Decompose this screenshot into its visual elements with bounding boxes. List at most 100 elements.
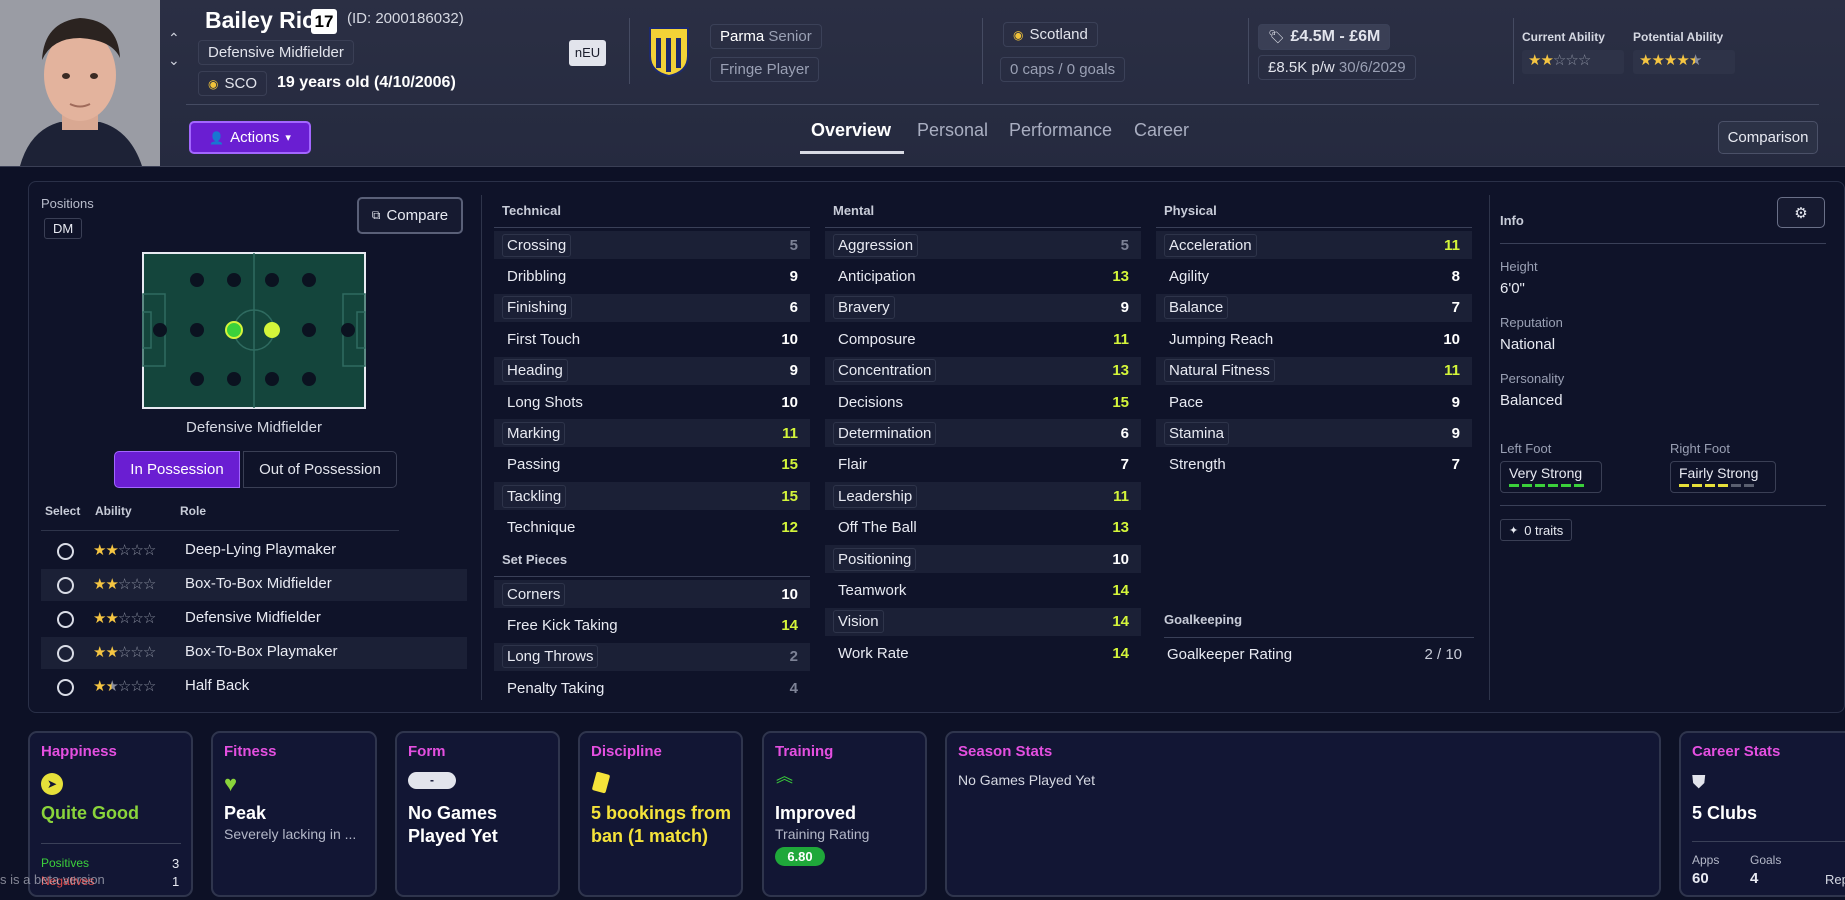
attribute-row[interactable]: Work Rate 14 (825, 639, 1141, 667)
in-possession-tab[interactable]: In Possession (114, 451, 240, 488)
attribute-row[interactable]: Pace 9 (1156, 388, 1472, 416)
attribute-row[interactable]: Positioning 10 (825, 545, 1141, 573)
career-stats-card[interactable]: Career Stats ⛊ 5 Clubs Apps 60 Goals 4 R… (1679, 731, 1845, 897)
compare-button[interactable]: ⧉ Compare (357, 197, 463, 234)
attribute-row[interactable]: Stamina 9 (1156, 419, 1472, 448)
club-crest-icon[interactable] (648, 26, 690, 82)
attribute-row[interactable]: Corners 10 (494, 580, 810, 608)
current-ability-stars: ★★☆☆☆ (1522, 50, 1624, 74)
form-card[interactable]: Form - No Games Played Yet (395, 731, 560, 897)
next-player-icon[interactable]: ⌄ (168, 52, 180, 69)
pitch-position-slot[interactable] (265, 273, 279, 287)
attribute-row[interactable]: Anticipation 13 (825, 262, 1141, 290)
training-card[interactable]: Training ︽ Improved Training Rating 6.80 (762, 731, 927, 897)
role-row[interactable]: ★★☆☆☆ Box-To-Box Playmaker (41, 637, 467, 669)
attribute-row[interactable]: Concentration 13 (825, 356, 1141, 385)
attribute-row[interactable]: Free Kick Taking 14 (494, 611, 810, 639)
role-radio[interactable] (57, 611, 74, 628)
attribute-row[interactable]: First Touch 10 (494, 325, 810, 353)
role-radio[interactable] (57, 577, 74, 594)
attribute-row[interactable]: Penalty Taking 4 (494, 674, 810, 702)
attribute-row[interactable]: Marking 11 (494, 419, 810, 448)
pitch-position-slot[interactable] (341, 323, 355, 337)
attribute-value: 11 (1444, 236, 1460, 254)
column-divider (1489, 195, 1490, 700)
pitch-position-slot[interactable] (153, 323, 167, 337)
attribute-row[interactable]: Long Shots 10 (494, 388, 810, 416)
pitch-position-slot[interactable] (265, 372, 279, 386)
attribute-value: 7 (1120, 456, 1129, 474)
attribute-row[interactable]: Passing 15 (494, 451, 810, 479)
attribute-row[interactable]: Acceleration 11 (1156, 231, 1472, 259)
attribute-row[interactable]: Agility 8 (1156, 262, 1472, 290)
technical-line (494, 227, 810, 228)
attribute-value: 14 (781, 616, 798, 634)
previous-player-icon[interactable]: ⌃ (168, 30, 180, 47)
pitch-position-slot[interactable] (190, 323, 204, 337)
role-row[interactable]: ★★☆☆☆ Half Back (41, 671, 467, 703)
attribute-row[interactable]: Teamwork 14 (825, 576, 1141, 604)
actions-button[interactable]: 👤 Actions ▾ (189, 121, 311, 154)
traits-pill[interactable]: ✦ 0 traits (1500, 519, 1573, 541)
attribute-name: Aggression (833, 233, 919, 257)
role-radio[interactable] (57, 645, 74, 662)
comparison-button[interactable]: Comparison (1718, 121, 1818, 154)
role-radio[interactable] (57, 679, 74, 696)
tab-overview[interactable]: Overview (811, 120, 891, 141)
role-radio[interactable] (57, 543, 74, 560)
attribute-row[interactable]: Composure 11 (825, 325, 1141, 353)
role-row[interactable]: ★★☆☆☆ Deep-Lying Playmaker (41, 535, 467, 567)
attribute-row[interactable]: Natural Fitness 11 (1156, 356, 1472, 385)
goals-label: Goals (1750, 853, 1782, 867)
attribute-row[interactable]: Heading 9 (494, 356, 810, 385)
attribute-row[interactable]: Off The Ball 13 (825, 514, 1141, 542)
attribute-row[interactable]: Strength 7 (1156, 451, 1472, 479)
attribute-row[interactable]: Dribbling 9 (494, 262, 810, 290)
fitness-card[interactable]: Fitness ♥ Peak Severely lacking in ... (211, 731, 377, 897)
pitch-position-slot[interactable] (302, 372, 316, 386)
role-stars: ★★☆☆☆ (93, 678, 156, 695)
pitch-position-slot[interactable] (227, 273, 241, 287)
pitch-position-slot[interactable] (227, 372, 241, 386)
attribute-row[interactable]: Flair 7 (825, 451, 1141, 479)
pitch-position-slot[interactable] (190, 372, 204, 386)
attribute-name: Flair (838, 456, 868, 474)
attribute-row[interactable]: Tackling 15 (494, 482, 810, 511)
attribute-name: First Touch (507, 330, 581, 348)
info-settings-button[interactable]: ⚙ (1777, 197, 1825, 228)
pitch-position-slot[interactable] (302, 273, 316, 287)
attribute-value: 13 (1112, 519, 1129, 537)
tab-personal[interactable]: Personal (917, 120, 988, 141)
pitch-position-dm-natural[interactable] (225, 321, 243, 339)
role-row[interactable]: ★★☆☆☆ Defensive Midfielder (41, 603, 467, 635)
col-role-header: Role (180, 504, 207, 518)
attribute-row[interactable]: Bravery 9 (825, 293, 1141, 322)
attribute-row[interactable]: Jumping Reach 10 (1156, 325, 1472, 353)
goalkeeper-rating-label: Goalkeeper Rating (1167, 646, 1293, 663)
tab-career[interactable]: Career (1134, 120, 1189, 141)
attribute-row[interactable]: Leadership 11 (825, 482, 1141, 511)
price-tag-icon: 🏷 (1268, 29, 1285, 44)
role-row[interactable]: ★★☆☆☆ Box-To-Box Midfielder (41, 569, 467, 601)
attribute-row[interactable]: Decisions 15 (825, 388, 1141, 416)
discipline-card[interactable]: Discipline 5 bookings from ban (1 match) (578, 731, 743, 897)
attribute-row[interactable]: Technique 12 (494, 514, 810, 542)
attribute-row[interactable]: Vision 14 (825, 607, 1141, 636)
season-stats-card[interactable]: Season Stats No Games Played Yet (945, 731, 1661, 897)
pitch-position-dm-accomplished[interactable] (264, 322, 280, 338)
club-pill[interactable]: Parma Senior (710, 24, 822, 49)
left-foot-value: Very Strong (1509, 465, 1583, 481)
attribute-row[interactable]: Aggression 5 (825, 231, 1141, 259)
attribute-row[interactable]: Balance 7 (1156, 293, 1472, 322)
attribute-row[interactable]: Finishing 6 (494, 293, 810, 322)
left-foot-bar (1509, 484, 1593, 487)
attribute-row[interactable]: Long Throws 2 (494, 642, 810, 671)
pitch-position-slot[interactable] (190, 273, 204, 287)
nation-pill[interactable]: ◉ Scotland (1003, 22, 1098, 47)
attribute-row[interactable]: Crossing 5 (494, 231, 810, 259)
tab-performance[interactable]: Performance (1009, 120, 1112, 141)
person-icon: 👤 (209, 130, 225, 145)
pitch-position-slot[interactable] (302, 323, 316, 337)
attribute-row[interactable]: Determination 6 (825, 419, 1141, 448)
out-of-possession-tab[interactable]: Out of Possession (243, 451, 397, 488)
